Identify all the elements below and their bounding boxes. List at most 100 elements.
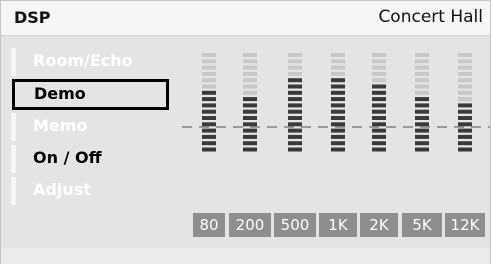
equalizer-segment bbox=[415, 78, 429, 83]
frequency-label-12k: 12K bbox=[445, 213, 485, 237]
equalizer-segment bbox=[415, 65, 429, 70]
equalizer-segment bbox=[415, 109, 429, 114]
equalizer-segment bbox=[288, 122, 302, 127]
equalizer-segment bbox=[415, 103, 429, 108]
equalizer-segment bbox=[243, 90, 257, 95]
equalizer-segment bbox=[243, 109, 257, 114]
equalizer-segment bbox=[372, 128, 386, 133]
equalizer-band-80[interactable] bbox=[202, 53, 216, 152]
equalizer-segment bbox=[458, 147, 472, 152]
equalizer-segment bbox=[331, 141, 345, 146]
equalizer-segment bbox=[415, 147, 429, 152]
equalizer-segment bbox=[458, 71, 472, 76]
equalizer-segment bbox=[202, 134, 216, 139]
equalizer-segment bbox=[458, 59, 472, 64]
equalizer-segment bbox=[415, 141, 429, 146]
equalizer-segment bbox=[458, 141, 472, 146]
equalizer-segment bbox=[243, 97, 257, 102]
equalizer-segment bbox=[372, 109, 386, 114]
equalizer-segment bbox=[243, 84, 257, 89]
equalizer-band-500[interactable] bbox=[288, 53, 302, 152]
equalizer-segment bbox=[458, 103, 472, 108]
equalizer-segment bbox=[288, 141, 302, 146]
equalizer-segment bbox=[331, 59, 345, 64]
equalizer-segment bbox=[415, 116, 429, 120]
equalizer-segment bbox=[202, 147, 216, 152]
equalizer-segment bbox=[202, 53, 216, 57]
equalizer-band-5k[interactable] bbox=[415, 53, 429, 152]
equalizer-segment bbox=[288, 134, 302, 139]
equalizer-band-200[interactable] bbox=[243, 53, 257, 152]
equalizer-segment bbox=[372, 53, 386, 57]
equalizer-segment bbox=[458, 65, 472, 70]
equalizer-segment bbox=[331, 97, 345, 102]
equalizer-segment bbox=[372, 84, 386, 89]
equalizer-segment bbox=[243, 134, 257, 139]
equalizer-segment bbox=[331, 53, 345, 57]
equalizer-segment bbox=[243, 53, 257, 57]
equalizer-segment bbox=[458, 134, 472, 139]
equalizer-segment bbox=[458, 90, 472, 95]
equalizer-segment bbox=[243, 116, 257, 120]
equalizer-segment bbox=[243, 59, 257, 64]
equalizer-segment bbox=[331, 128, 345, 133]
equalizer-segment bbox=[372, 78, 386, 83]
equalizer-segment bbox=[243, 78, 257, 83]
equalizer-segment bbox=[202, 59, 216, 64]
equalizer-segment bbox=[331, 65, 345, 70]
equalizer-segment bbox=[243, 103, 257, 108]
equalizer-segment bbox=[288, 71, 302, 76]
equalizer-display bbox=[182, 53, 490, 152]
equalizer-segment bbox=[331, 134, 345, 139]
equalizer-segment bbox=[415, 97, 429, 102]
equalizer-segment bbox=[331, 78, 345, 83]
equalizer-segment bbox=[202, 122, 216, 127]
equalizer-segment bbox=[331, 71, 345, 76]
equalizer-band-12k[interactable] bbox=[458, 53, 472, 152]
equalizer-segment bbox=[372, 59, 386, 64]
equalizer-segment bbox=[372, 141, 386, 146]
equalizer-segment bbox=[458, 97, 472, 102]
frequency-label-1k: 1K bbox=[319, 213, 357, 237]
equalizer-segment bbox=[372, 116, 386, 120]
equalizer-segment bbox=[202, 128, 216, 133]
equalizer-segment bbox=[288, 97, 302, 102]
equalizer-segment bbox=[331, 116, 345, 120]
equalizer-segment bbox=[372, 134, 386, 139]
equalizer-band-2k[interactable] bbox=[372, 53, 386, 152]
equalizer-segment bbox=[458, 116, 472, 120]
equalizer-segment bbox=[288, 65, 302, 70]
footer-bar bbox=[1, 248, 490, 264]
equalizer-segment bbox=[372, 103, 386, 108]
equalizer-segment bbox=[243, 147, 257, 152]
equalizer-segment bbox=[202, 97, 216, 102]
equalizer-segment bbox=[288, 116, 302, 120]
equalizer-segment bbox=[331, 90, 345, 95]
equalizer-segment bbox=[458, 84, 472, 89]
equalizer-segment bbox=[202, 84, 216, 89]
equalizer-segment bbox=[288, 59, 302, 64]
equalizer-segment bbox=[415, 59, 429, 64]
equalizer-segment bbox=[202, 141, 216, 146]
equalizer-segment bbox=[288, 128, 302, 133]
equalizer-segment bbox=[288, 90, 302, 95]
equalizer-segment bbox=[331, 109, 345, 114]
equalizer-segment bbox=[372, 90, 386, 95]
equalizer-segment bbox=[458, 128, 472, 133]
frequency-label-2k: 2K bbox=[360, 213, 398, 237]
equalizer-segment bbox=[458, 122, 472, 127]
equalizer-segment bbox=[458, 53, 472, 57]
frequency-label-80: 80 bbox=[193, 213, 225, 237]
equalizer-segment bbox=[202, 71, 216, 76]
equalizer-segment bbox=[415, 71, 429, 76]
equalizer-band-1k[interactable] bbox=[331, 53, 345, 152]
equalizer-segment bbox=[415, 128, 429, 133]
equalizer-segment bbox=[288, 109, 302, 114]
equalizer-segment bbox=[288, 103, 302, 108]
equalizer-segment bbox=[331, 147, 345, 152]
equalizer-segment bbox=[331, 84, 345, 89]
equalizer-segment bbox=[415, 134, 429, 139]
equalizer-segment bbox=[243, 141, 257, 146]
equalizer-segment bbox=[372, 71, 386, 76]
equalizer-segment bbox=[458, 78, 472, 83]
